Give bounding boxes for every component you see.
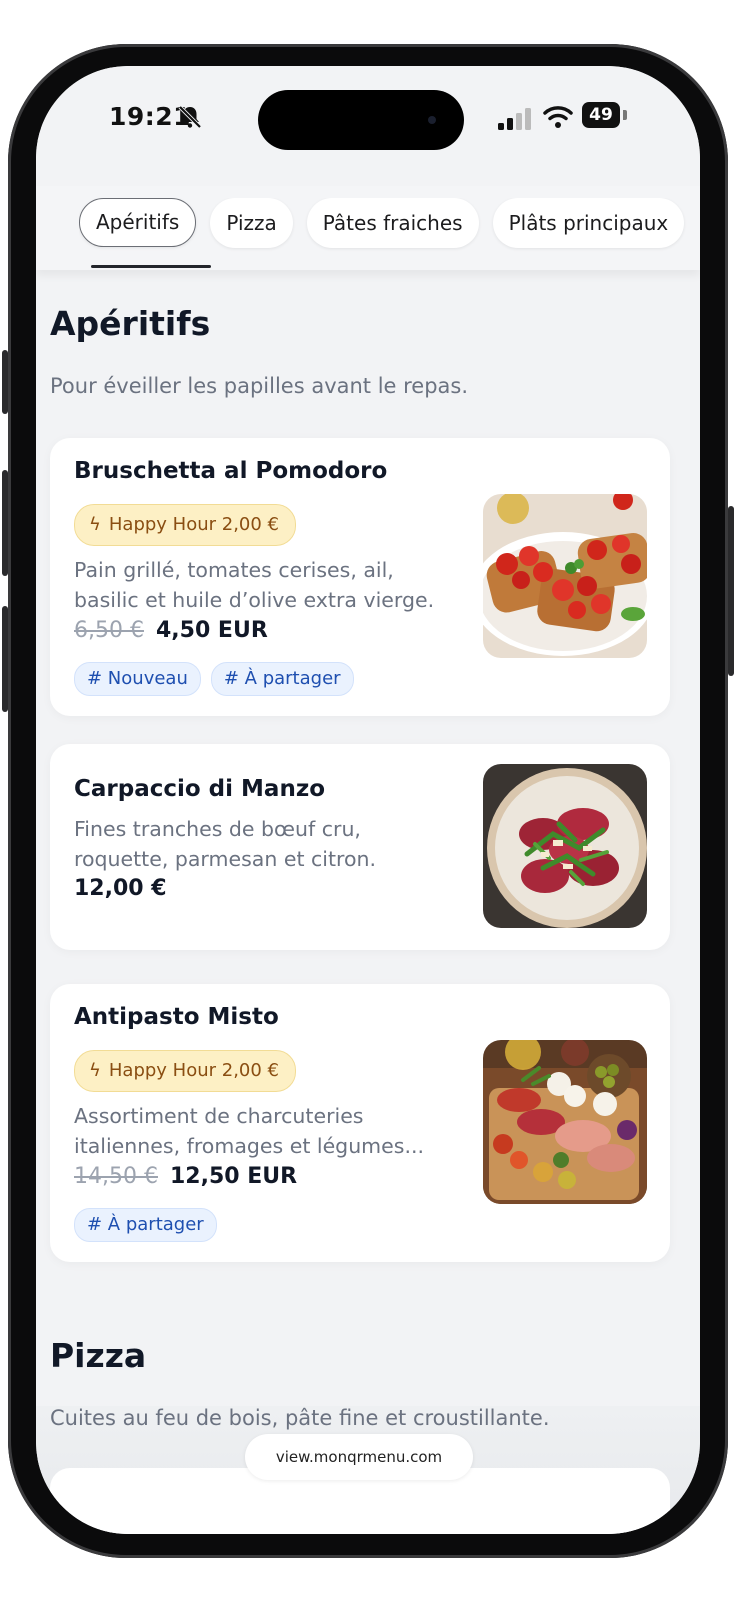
description-line: roquette, parmesan et citron. [74,847,377,871]
tag-nouveau: # Nouveau [74,662,201,696]
tag-a-partager: # À partager [210,662,354,696]
description-line: Fines tranches de bœuf cru, [74,817,361,841]
happy-hour-badge: ϟ Happy Hour 2,00 € [74,1050,296,1092]
section-title-aperitifs: Apéritifs [50,304,211,343]
url-address-pill[interactable]: view.monqrmenu.com [245,1434,473,1480]
menu-item-card[interactable]: Carpaccio di Manzo Fines tranches de bœu… [50,744,670,950]
item-name: Bruschetta al Pomodoro [74,458,388,484]
old-price: 6,50 € [74,618,144,643]
dynamic-island [258,90,464,150]
item-name: Carpaccio di Manzo [74,776,326,802]
wifi-icon [543,106,573,128]
category-tabs: Apéritifs Pizza Pâtes fraiches Plâts princi… [36,186,700,270]
badge-label: Happy Hour 2,00 € [108,1060,279,1081]
description-line: basilic et huile d’olive extra vierge. [74,588,435,612]
power-button [728,506,734,676]
price-row: 12,00 € [74,876,167,901]
tab-pizza[interactable]: Pizza [210,198,293,248]
status-bar: 19:21 49 [36,66,700,176]
section-subtitle-aperitifs: Pour éveiller les papilles avant le repa… [50,374,469,398]
screen: 19:21 49 Apéritifs Pizza Pâtes fraiches Plâ… [36,66,700,1534]
current-price: 4,50 EUR [155,618,268,643]
item-description: Assortiment de charcuteries italiennes, … [74,1101,454,1161]
menu-item-card[interactable]: Antipasto Misto ϟ Happy Hour 2,00 € Assor… [50,984,670,1262]
happy-hour-badge: ϟ Happy Hour 2,00 € [74,504,296,546]
antipasto-photo [483,1040,647,1204]
item-tags: # Nouveau # À partager [74,662,364,696]
tag-a-partager: # À partager [74,1208,217,1242]
tab-plats-principaux[interactable]: Plâts principaux [492,198,685,248]
carpaccio-photo [483,764,647,928]
description-line: Assortiment de charcuteries [74,1104,364,1128]
description-line: Pain grillé, tomates cerises, ail, [74,558,394,582]
battery-indicator: 49 [582,102,620,128]
current-price: 12,50 EUR [169,1164,298,1189]
price-row: 14,50 € 12,50 EUR [74,1164,297,1189]
volume-down-button [2,606,8,712]
section-title-pizza: Pizza [50,1336,147,1375]
bruschetta-photo [483,494,647,658]
current-price: 12,00 € [74,876,167,901]
battery-tip [623,110,627,120]
tab-pates-fraiches[interactable]: Pâtes fraiches [306,198,479,248]
item-description: Fines tranches de bœuf cru, roquette, pa… [74,814,454,874]
tab-aperitifs[interactable]: Apéritifs [79,198,197,247]
tabs-scroller[interactable]: Apéritifs Pizza Pâtes fraiches Plâts princi… [79,198,700,252]
active-tab-indicator [91,265,211,268]
lightning-icon: ϟ [89,1060,101,1081]
price-row: 6,50 € 4,50 EUR [74,618,268,643]
action-button [2,350,8,414]
volume-up-button [2,470,8,576]
item-tags: # À partager [74,1208,227,1242]
menu-item-card[interactable]: Bruschetta al Pomodoro ϟ Happy Hour 2,00 … [50,438,670,716]
old-price: 14,50 € [74,1164,158,1189]
item-description: Pain grillé, tomates cerises, ail, basil… [74,555,454,615]
item-name: Antipasto Misto [74,1004,279,1030]
description-line: italiennes, fromages et légumes... [74,1134,424,1158]
bell-muted-icon [178,105,202,129]
section-subtitle-pizza: Cuites au feu de bois, pâte fine et crou… [50,1406,550,1430]
cellular-signal-icon [498,108,531,130]
lightning-icon: ϟ [89,514,101,535]
badge-label: Happy Hour 2,00 € [108,514,279,535]
